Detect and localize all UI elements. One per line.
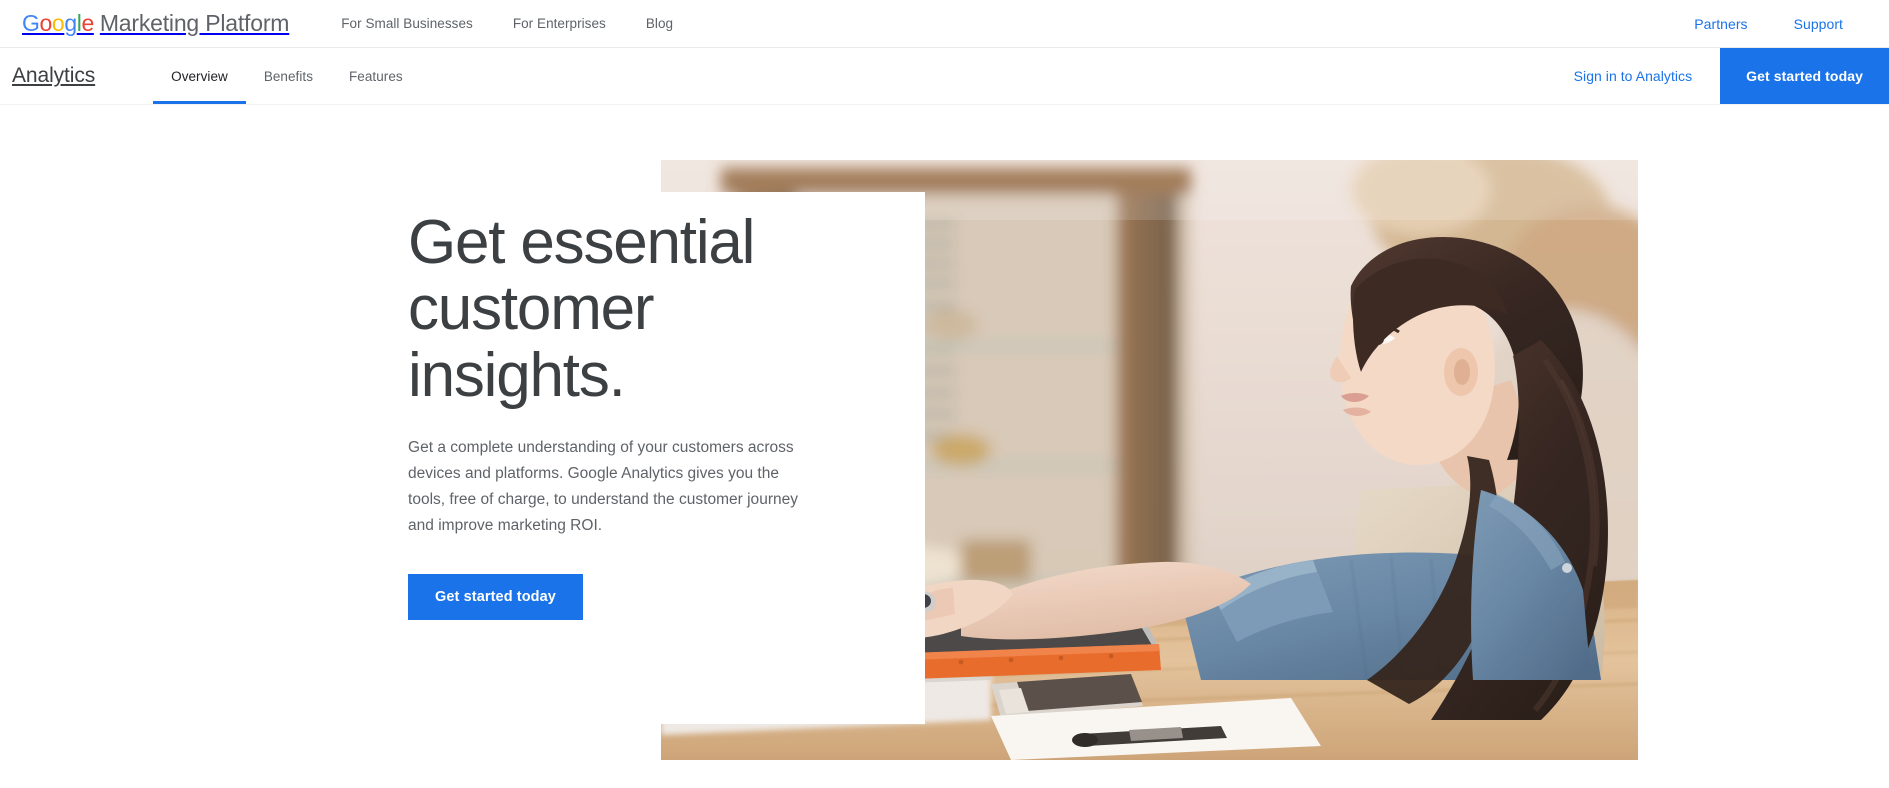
google-letter-g2: g (64, 10, 77, 36)
google-marketing-platform-logo[interactable]: Google Marketing Platform (22, 10, 289, 37)
product-tab-list: Overview Benefits Features (153, 48, 421, 104)
global-nav: For Small Businesses For Enterprises Blo… (341, 16, 673, 31)
support-link[interactable]: Support (1794, 16, 1843, 32)
google-letter-o2: o (51, 10, 65, 36)
product-subnav-actions: Sign in to Analytics Get started today (1574, 48, 1889, 104)
product-subnav: Analytics Overview Benefits Features Sig… (0, 48, 1889, 105)
hero-content: Get essential customer insights. Get a c… (408, 208, 878, 621)
google-letter-o1: o (39, 10, 53, 36)
sign-in-to-analytics-link[interactable]: Sign in to Analytics (1574, 68, 1693, 84)
global-nav-item-enterprises[interactable]: For Enterprises (513, 16, 606, 31)
google-letter-g1: G (22, 10, 40, 36)
global-nav-item-blog[interactable]: Blog (646, 16, 673, 31)
google-letter-e: e (81, 10, 94, 36)
tab-benefits[interactable]: Benefits (246, 48, 331, 104)
global-header-right-links: Partners Support (1694, 16, 1867, 32)
hero-section: Get essential customer insights. Get a c… (0, 105, 1889, 788)
tab-overview[interactable]: Overview (153, 48, 246, 104)
partners-link[interactable]: Partners (1694, 16, 1747, 32)
page-title: Get essential customer insights. (408, 208, 755, 410)
google-wordmark: Google (22, 10, 94, 37)
global-nav-item-small-businesses[interactable]: For Small Businesses (341, 16, 473, 31)
product-title-analytics[interactable]: Analytics (10, 64, 95, 88)
marketing-platform-label: Marketing Platform (99, 10, 290, 36)
tab-features[interactable]: Features (331, 48, 421, 104)
hero-get-started-button[interactable]: Get started today (408, 574, 583, 621)
header-get-started-button[interactable]: Get started today (1720, 48, 1889, 104)
hero-description: Get a complete understanding of your cus… (408, 438, 799, 534)
global-header: Google Marketing Platform For Small Busi… (0, 0, 1889, 48)
